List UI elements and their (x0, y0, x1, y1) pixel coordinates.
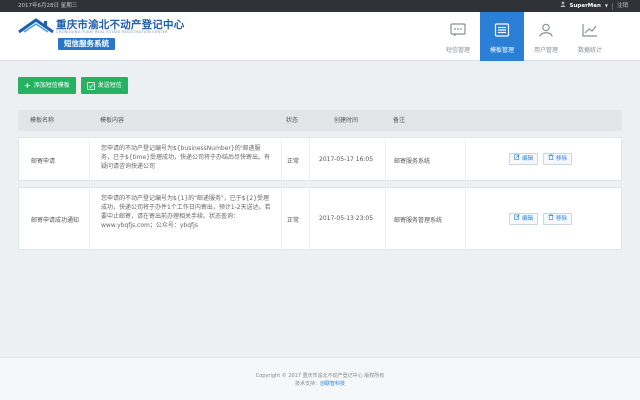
row-remark: 邮寄服务系统 (394, 158, 431, 165)
divider (281, 188, 282, 249)
divider (309, 138, 310, 180)
date-text: 2017年6月28日 星期三 (18, 3, 78, 9)
send-sms-label: 发送短信 (97, 82, 122, 89)
divider (309, 188, 310, 249)
action-bar: + 添加短信模板 发送短信 (18, 77, 128, 94)
nav-label: 数据统计 (577, 47, 602, 54)
edit-icon (514, 214, 520, 224)
send-sms-button[interactable]: 发送短信 (80, 77, 128, 94)
user-icon (537, 21, 555, 39)
divider (385, 188, 386, 249)
send-icon (86, 81, 95, 90)
add-template-label: 添加短信模板 (33, 82, 70, 89)
row-actions: 编辑 移除 (509, 153, 573, 165)
row-content: 您申请的不动产登记编号为${businessNumber}的'邮递服务，已于${… (101, 145, 271, 170)
divider (89, 188, 90, 249)
row-created: 2017-05-17 16:05 (319, 156, 374, 163)
divider (385, 138, 386, 180)
remove-label: 移除 (556, 156, 568, 162)
top-bar: 2017年6月28日 星期三 SuperMan ▼ 注销 (0, 0, 640, 12)
header-remark: 备注 (393, 117, 406, 124)
table-header: 模板名称 模板内容 状态 创建时间 备注 (18, 110, 622, 131)
edit-button[interactable]: 编辑 (509, 213, 539, 225)
row-status: 正常 (287, 158, 300, 165)
divider (281, 138, 282, 180)
edit-label: 编辑 (522, 156, 534, 162)
template-icon (493, 21, 511, 39)
add-template-button[interactable]: + 添加短信模板 (18, 77, 76, 94)
support-line: 技术支持：创联智科技 (0, 380, 640, 387)
row-status: 正常 (287, 217, 300, 224)
remove-button[interactable]: 移除 (543, 213, 573, 225)
edit-label: 编辑 (522, 216, 534, 222)
header-created: 创建时间 (334, 117, 359, 124)
nav-item-stats[interactable]: 数据统计 (568, 12, 612, 61)
row-created: 2017-05-13 23:05 (319, 215, 374, 222)
copyright-text: Copyright © 2017 重庆市渝北不动产登记中心 版权所有 (255, 373, 385, 379)
row-name: 邮寄申请成功通知 (31, 217, 80, 224)
main-nav: 短信管理 模板管理 用户管理 数据统计 (436, 12, 612, 61)
trash-icon (548, 154, 554, 164)
message-icon (449, 21, 467, 39)
divider (465, 138, 466, 180)
user-icon (560, 0, 566, 12)
footer: Copyright © 2017 重庆市渝北不动产登记中心 版权所有 技术支持：… (0, 357, 640, 400)
row-actions: 编辑 移除 (509, 213, 573, 225)
row-name: 邮寄申请 (31, 158, 56, 165)
divider (89, 138, 90, 180)
table-row: 邮寄申请 您申请的不动产登记编号为${businessNumber}的'邮递服务… (18, 137, 622, 181)
nav-item-users[interactable]: 用户管理 (524, 12, 568, 61)
edit-button[interactable]: 编辑 (509, 153, 539, 165)
trash-icon (548, 214, 554, 224)
logo-subtitle: CHONGQING YUBEI REAL ESTATE REGISTRATION… (56, 30, 168, 34)
table-row: 邮寄申请成功通知 您申请的不动产登记编号为${1}的"邮递服务"，已于${2}受… (18, 187, 622, 250)
header: 重庆市渝北不动产登记中心 CHONGQING YUBEI REAL ESTATE… (0, 12, 640, 61)
row-remark: 邮寄服务管理系统 (394, 217, 443, 224)
user-area: SuperMan ▼ 注销 (560, 0, 628, 12)
nav-label: 用户管理 (533, 47, 558, 54)
logout-link[interactable]: 注销 (617, 0, 628, 12)
support-prefix: 技术支持： (294, 381, 320, 387)
username[interactable]: SuperMan (570, 0, 601, 12)
nav-item-sms[interactable]: 短信管理 (436, 12, 480, 61)
nav-item-template[interactable]: 模板管理 (480, 12, 524, 61)
plus-icon: + (24, 80, 31, 90)
logo[interactable]: 重庆市渝北不动产登记中心 CHONGQING YUBEI REAL ESTATE… (18, 16, 208, 58)
system-badge: 短信服务系统 (58, 38, 115, 50)
support-link[interactable]: 创联智科技 (320, 381, 345, 387)
nav-label: 短信管理 (445, 47, 470, 54)
nav-label: 模板管理 (489, 47, 514, 54)
chevron-down-icon[interactable]: ▼ (605, 0, 608, 12)
header-content: 模板内容 (100, 117, 125, 124)
edit-icon (514, 154, 520, 164)
house-logo-icon (18, 18, 54, 34)
row-content: 您申请的不动产登记编号为${1}的"邮递服务"，已于${2}受理成功，快递公司将… (101, 195, 271, 229)
divider (611, 2, 613, 10)
header-status: 状态 (286, 117, 299, 124)
chart-icon (581, 21, 599, 39)
remove-label: 移除 (556, 216, 568, 222)
remove-button[interactable]: 移除 (543, 153, 573, 165)
header-name: 模板名称 (30, 117, 55, 124)
divider (465, 188, 466, 249)
